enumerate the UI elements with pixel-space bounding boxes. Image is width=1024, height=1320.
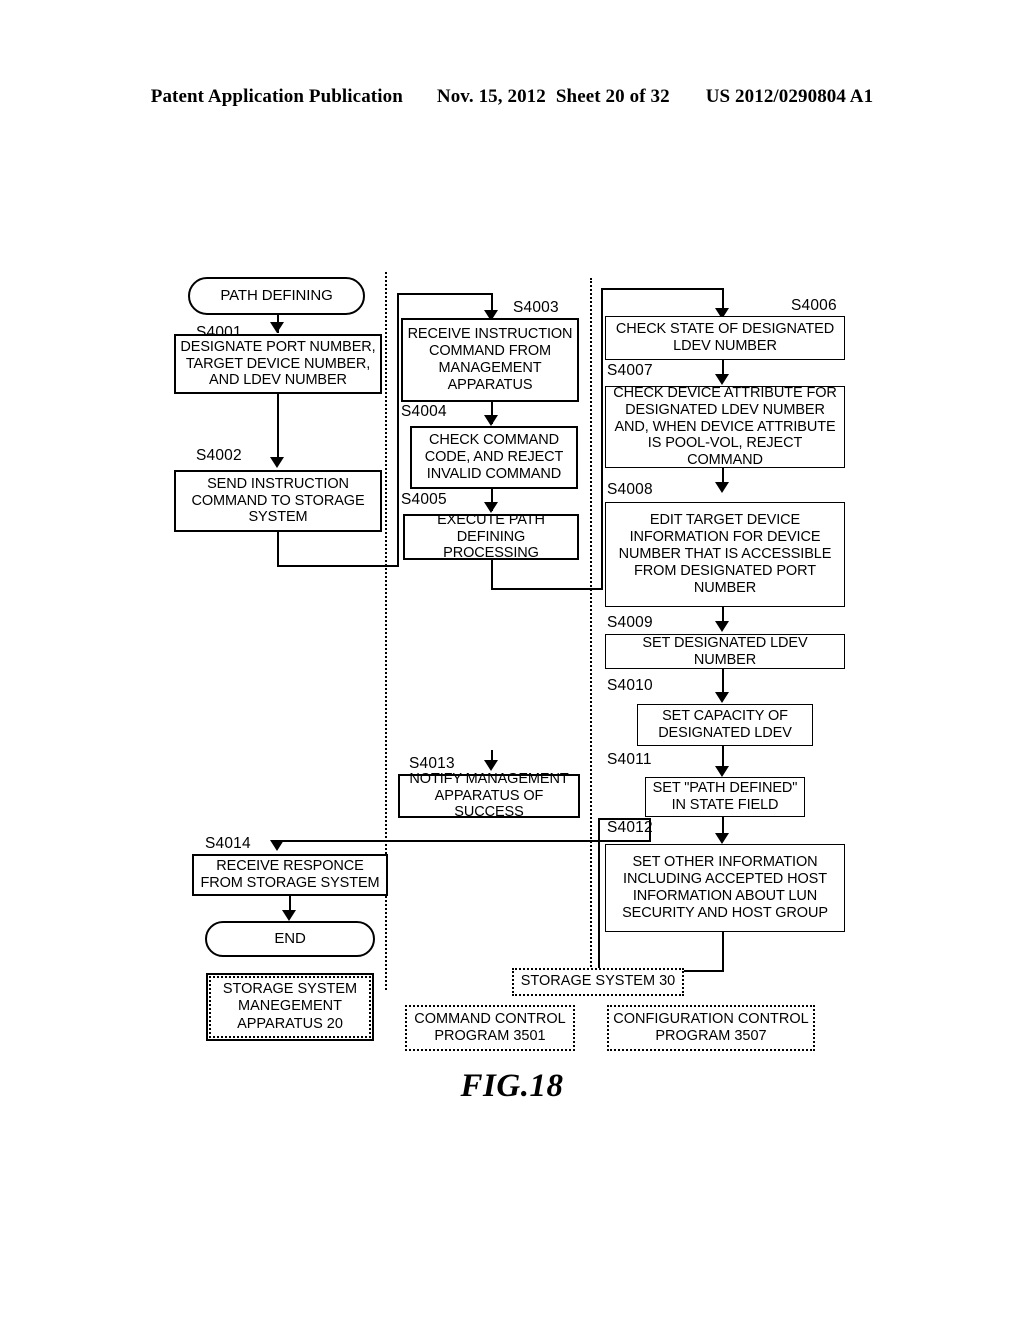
legend-management-apparatus-label: STORAGE SYSTEM MANEGEMENT APPARATUS 20 [222,981,358,1032]
connector-s4005-down [491,560,493,588]
arrowhead-s4007-to-s4008 [715,482,729,493]
arrowhead-s4010-to-s4011 [715,766,729,777]
step-label-s4002: S4002 [196,447,242,464]
node-s4003: RECEIVE INSTRUCTION COMMAND FROM MANAGEM… [401,318,579,402]
connector-s4013-to-s4014 [277,840,649,842]
node-s4004-label: CHECK COMMAND CODE, AND REJECT INVALID C… [424,432,564,482]
arrowhead-s4009-to-s4010 [715,692,729,703]
node-s4014-label: RECEIVE RESPONCE FROM STORAGE SYSTEM [200,858,380,891]
node-s4012-label: SET OTHER INFORMATION INCLUDING ACCEPTED… [622,854,828,921]
legend-storage-system-label: STORAGE SYSTEM 30 [520,973,676,990]
legend-command-control-program: COMMAND CONTROL PROGRAM 3501 [405,1005,575,1051]
connector-s4012-up-to-s4013 [598,818,600,970]
legend-management-apparatus: STORAGE SYSTEM MANEGEMENT APPARATUS 20 [209,976,371,1038]
connector-s4012-rail-to-s4013 [598,818,651,820]
connector-s4005-right [491,588,603,590]
step-label-s4005: S4005 [401,491,447,508]
node-s4005: EXECUTE PATH DEFINING PROCESSING [403,511,579,562]
node-s4014: RECEIVE RESPONCE FROM STORAGE SYSTEM [192,854,388,896]
step-label-s4010: S4010 [607,677,653,694]
node-start: PATH DEFINING [188,277,365,315]
legend-configuration-control-program: CONFIGURATION CONTROL PROGRAM 3507 [607,1005,815,1051]
node-s4002-label: SEND INSTRUCTION COMMAND TO STORAGE SYST… [191,475,365,526]
node-s4004: CHECK COMMAND CODE, AND REJECT INVALID C… [410,426,578,489]
connector-s4002-up-to-top [397,293,399,565]
arrowhead-s4014-to-end [282,910,296,921]
connector-into-s4013-stub [491,750,493,762]
node-s4001-label: DESIGNATE PORT NUMBER, TARGET DEVICE NUM… [180,338,376,389]
node-s4008: EDIT TARGET DEVICE INFORMATION FOR DEVIC… [605,502,845,607]
arrowhead-s4003-to-s4004 [484,415,498,426]
node-s4003-label: RECEIVE INSTRUCTION COMMAND FROM MANAGEM… [407,326,573,393]
flowchart-figure: PATH DEFINING S4001 DESIGNATE PORT NUMBE… [0,0,1024,1320]
node-s4005-label: EXECUTE PATH DEFINING PROCESSING [437,511,545,562]
step-label-s4003: S4003 [513,299,559,316]
node-s4006: CHECK STATE OF DESIGNATED LDEV NUMBER [605,316,845,360]
connector-s4012-down [722,932,724,970]
step-label-s4014: S4014 [205,835,251,852]
arrowhead-start-to-s4001 [270,322,284,333]
step-label-s4006: S4006 [791,297,837,314]
node-s4009: SET DESIGNATED LDEV NUMBER [605,634,845,669]
connector-top-to-s4003 [397,293,493,295]
figure-caption: FIG.18 [460,1068,564,1104]
node-s4007-label: CHECK DEVICE ATTRIBUTE FOR DESIGNATED LD… [613,384,837,469]
node-end: END [205,921,375,957]
connector-s4002-down [277,532,279,565]
node-s4009-label: SET DESIGNATED LDEV NUMBER [642,634,808,668]
node-s4013: NOTIFY MANAGEMENT APPARATUS OF SUCCESS [398,770,580,821]
step-label-s4012: S4012 [607,819,653,836]
node-s4008-label: EDIT TARGET DEVICE INFORMATION FOR DEVIC… [618,512,832,596]
step-label-s4004: S4004 [401,403,447,420]
legend-command-control-program-label: COMMAND CONTROL PROGRAM 3501 [414,1010,566,1044]
arrowhead-s4011-to-s4012 [715,833,729,844]
node-s4013-label: NOTIFY MANAGEMENT APPARATUS OF SUCCESS [409,770,569,821]
legend-storage-system: STORAGE SYSTEM 30 [512,968,684,996]
step-label-s4007: S4007 [607,362,653,379]
node-s4001: DESIGNATE PORT NUMBER, TARGET DEVICE NUM… [174,334,382,394]
connector-s4005-up-to-top [601,288,603,588]
step-label-s4009: S4009 [607,614,653,631]
node-s4006-label: CHECK STATE OF DESIGNATED LDEV NUMBER [615,321,835,354]
node-start-label: PATH DEFINING [220,287,333,305]
arrowhead-s4006-to-s4007 [715,374,729,385]
arrowhead-s4008-to-s4009 [715,621,729,632]
connector-top-to-s4006 [601,288,724,290]
legend-configuration-control-program-label: CONFIGURATION CONTROL PROGRAM 3507 [613,1010,809,1044]
node-end-label: END [274,930,306,948]
step-label-s4008: S4008 [607,481,653,498]
connector-s4002-right [277,565,399,567]
node-s4010-label: SET CAPACITY OF DESIGNATED LDEV [658,708,792,741]
node-s4002: SEND INSTRUCTION COMMAND TO STORAGE SYST… [174,470,382,532]
node-s4011: SET "PATH DEFINED" IN STATE FIELD [645,777,805,817]
step-label-s4011: S4011 [607,751,652,768]
arrowhead-s4001-to-s4002 [270,457,284,468]
node-s4007: CHECK DEVICE ATTRIBUTE FOR DESIGNATED LD… [605,384,845,469]
node-s4011-label: SET "PATH DEFINED" IN STATE FIELD [652,780,798,813]
arrowhead-into-s4014 [270,840,284,851]
swimlane-divider-right [590,278,592,978]
node-s4010: SET CAPACITY OF DESIGNATED LDEV [637,704,813,746]
node-s4012: SET OTHER INFORMATION INCLUDING ACCEPTED… [605,844,845,932]
connector-s4001-to-s4002 [277,394,279,463]
step-label-s4013: S4013 [409,755,455,772]
